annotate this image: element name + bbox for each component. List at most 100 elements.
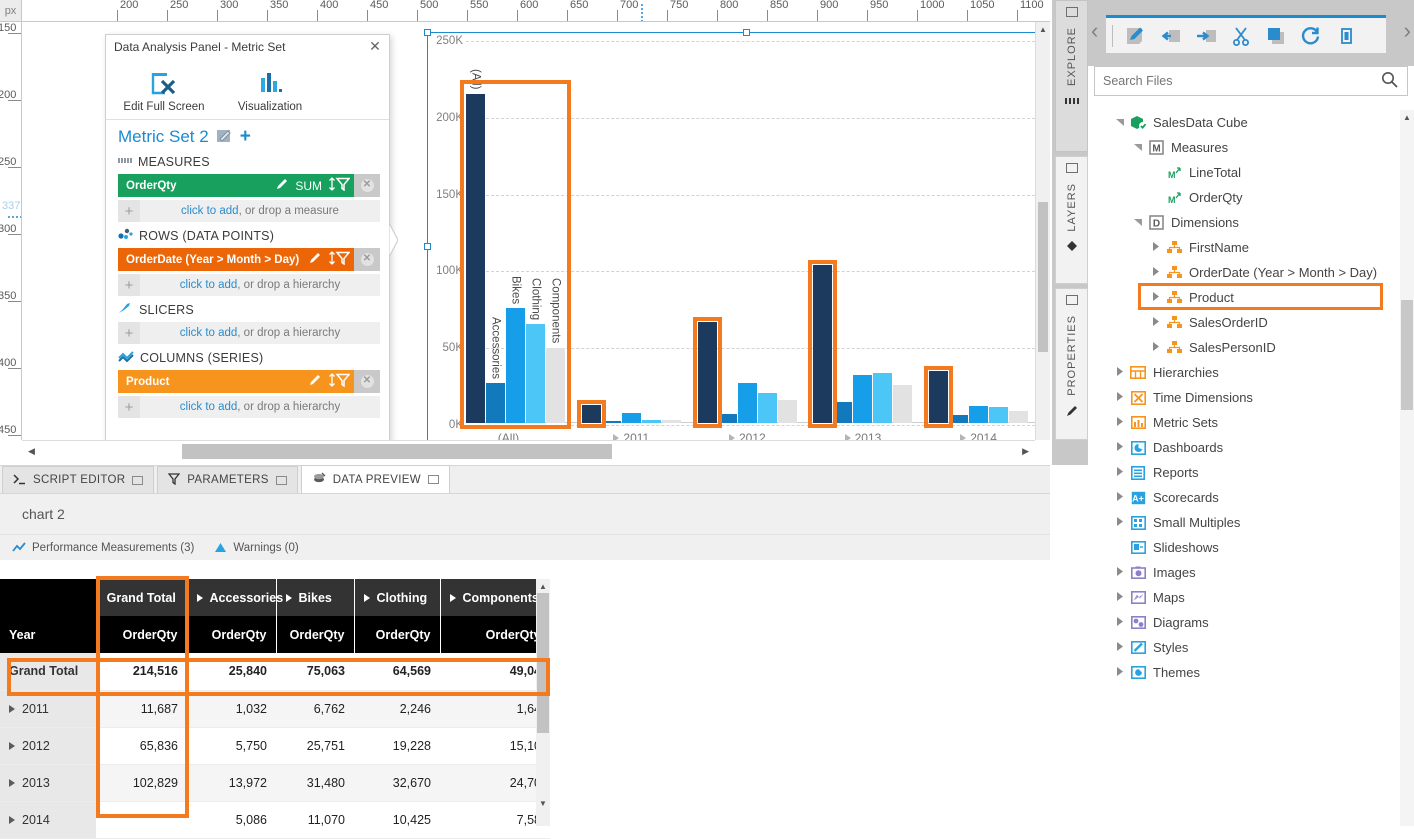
scrollbar-thumb[interactable] [537,593,549,733]
tree-vertical-scrollbar[interactable]: ▲ [1400,110,1414,826]
aggregate-label[interactable]: SUM [295,179,322,193]
data-analysis-panel[interactable]: Data Analysis Panel - Metric Set ✕ Edit … [105,34,390,440]
x-axis-category[interactable]: 2012 [729,431,766,440]
chart-bar[interactable] [602,421,621,423]
chart-bar[interactable] [813,265,832,423]
chart-bar[interactable] [546,348,565,423]
expand-icon[interactable] [1112,642,1128,653]
collapse-icon[interactable] [1130,218,1146,228]
tree-item-dimensions[interactable]: DDimensions [1088,210,1414,235]
expand-icon[interactable] [1112,492,1128,503]
resize-handle-n[interactable] [743,29,750,36]
table-row[interactable]: 201111,6871,0326,7622,2461,64 [0,690,550,727]
tree-item-firstname[interactable]: FirstName [1088,235,1414,260]
expand-icon[interactable] [9,779,15,787]
expand-icon[interactable] [450,594,456,602]
expand-icon[interactable] [364,594,370,602]
table-cell[interactable]: 13,972 [187,764,276,801]
expand-icon[interactable] [1112,417,1128,428]
expand-icon[interactable] [1112,667,1128,678]
chart-bar[interactable] [662,420,681,423]
horizontal-ruler[interactable]: 2002503003504004505005506006507007508008… [22,0,1050,22]
measure-dropzone[interactable]: + click to add, or drop a measure [118,200,380,222]
remove-chip-button[interactable]: ✕ [354,370,380,393]
table-row[interactable]: 20145,08611,07010,4257,58 [0,801,550,838]
expand-icon[interactable] [1148,267,1164,278]
tree-item-time-dimensions[interactable]: Time Dimensions [1088,385,1414,410]
tree-item-diagrams[interactable]: Diagrams [1088,610,1414,635]
warnings[interactable]: Warnings (0) [214,542,298,554]
tree-item-themes[interactable]: Themes [1088,660,1414,685]
expand-icon[interactable] [1112,392,1128,403]
refresh-icon[interactable] [1296,21,1326,51]
restore-icon[interactable] [132,476,143,485]
edit-icon[interactable] [275,177,289,194]
resize-handle-nw[interactable] [424,29,431,36]
edit-icon[interactable] [308,251,322,268]
copy-icon[interactable] [1261,21,1291,51]
x-axis-category[interactable]: 2014 [960,431,997,440]
expand-icon[interactable] [1148,242,1164,253]
table-cell[interactable]: 5,750 [187,727,276,764]
tree-item-metric-sets[interactable]: Metric Sets [1088,410,1414,435]
expand-icon[interactable] [1112,567,1128,578]
collapse-icon[interactable] [1112,118,1128,128]
tree-item-salesdata-cube[interactable]: SalesData Cube [1088,110,1414,135]
x-axis-category[interactable]: 2013 [845,431,882,440]
tab-data-preview[interactable]: DATA PREVIEW [301,465,450,493]
table-cell[interactable]: 10,425 [354,801,440,838]
check-in-icon[interactable] [1156,21,1186,51]
tree-item-maps[interactable]: Maps [1088,585,1414,610]
expand-icon[interactable] [1112,517,1128,528]
tree-item-orderdate-year-month-day[interactable]: OrderDate (Year > Month > Day) [1088,260,1414,285]
scrollbar-thumb[interactable] [1401,300,1413,410]
table-cell[interactable]: 24,70 [440,764,550,801]
tree-item-small-multiples[interactable]: Small Multiples [1088,510,1414,535]
rows-chip-orderdate[interactable]: OrderDate (Year > Month > Day) ✕ [118,248,380,271]
scroll-up-icon[interactable]: ▲ [1036,22,1050,37]
table-cell[interactable]: 25,840 [187,653,276,690]
tree-item-linetotal[interactable]: MLineTotal [1088,160,1414,185]
table-cell[interactable]: 31,480 [276,764,354,801]
tree-item-slideshows[interactable]: Slideshows [1088,535,1414,560]
cut-icon[interactable] [1226,21,1256,51]
group-header-components[interactable]: Components [440,579,550,616]
vtab-explore[interactable]: EXPLORE [1055,0,1088,152]
add-metric-set-icon[interactable]: + [240,130,251,144]
chart-bar[interactable] [949,415,968,423]
panel-resize-grip[interactable] [389,223,398,257]
table-vertical-scrollbar[interactable]: ▲ ▼ [536,579,550,826]
edit-icon[interactable] [1121,21,1151,51]
vtab-layers[interactable]: LAYERS [1055,156,1088,284]
remove-chip-button[interactable]: ✕ [354,174,380,197]
chart-bar[interactable] [1009,411,1028,423]
canvas-horizontal-scrollbar[interactable]: ◀ ▶ [22,440,1035,465]
sort-filter-icon[interactable] [328,373,350,390]
chart-bar[interactable] [989,407,1008,423]
vtab-properties[interactable]: PROPERTIES [1055,288,1088,440]
slicers-dropzone[interactable]: + click to add, or drop a hierarchy [118,322,380,344]
tree-item-orderqty[interactable]: MOrderQty [1088,185,1414,210]
chart-bar[interactable] [582,405,601,423]
table-cell[interactable]: 75,063 [276,653,354,690]
table-cell[interactable]: 5,086 [187,801,276,838]
tree-item-hierarchies[interactable]: Hierarchies [1088,360,1414,385]
scroll-up-icon[interactable]: ▲ [536,579,550,593]
expand-icon[interactable] [1112,442,1128,453]
table-cell[interactable]: 102,829 [96,764,187,801]
scroll-down-icon[interactable]: ▼ [536,796,550,810]
table-row-header[interactable]: 2014 [0,801,96,838]
chart-bar[interactable] [698,322,717,423]
table-cell[interactable]: 6,762 [276,690,354,727]
tree-item-salespersonid[interactable]: SalesPersonID [1088,335,1414,360]
measure-chip-orderqty[interactable]: OrderQty SUM ✕ [118,174,380,197]
expand-icon[interactable] [1112,467,1128,478]
chart-bar[interactable] [929,371,948,423]
rows-dropzone[interactable]: + click to add, or drop a hierarchy [118,274,380,296]
expand-icon[interactable] [1148,317,1164,328]
chart-bar[interactable] [873,373,892,423]
table-cell[interactable]: 19,228 [354,727,440,764]
table-row-header[interactable]: 2011 [0,690,96,727]
table-cell[interactable]: 7,58 [440,801,550,838]
tree-item-scorecards[interactable]: A+Scorecards [1088,485,1414,510]
